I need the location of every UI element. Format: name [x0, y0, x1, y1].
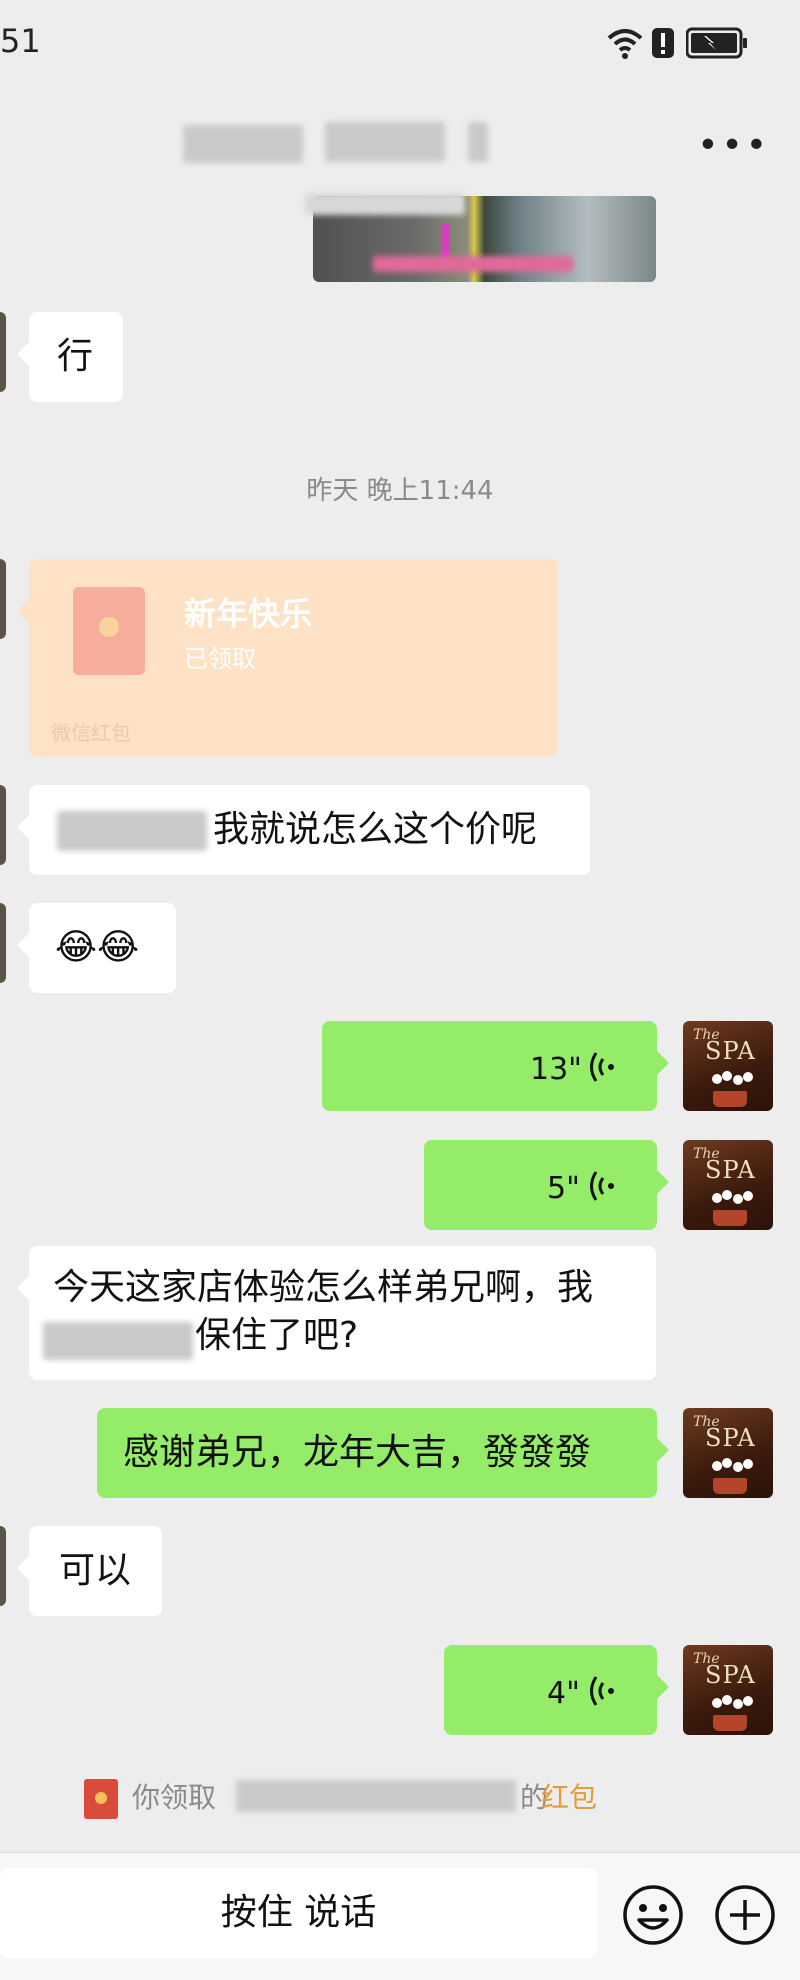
avatar-spa-spa: SPA [705, 1037, 756, 1065]
red-packet-label: 微信红包 [51, 721, 131, 745]
red-packet-small-icon [84, 1779, 118, 1819]
voice-message-bubble[interactable]: 13" [322, 1021, 669, 1111]
voice-wave-icon [590, 1052, 614, 1082]
image-header-blurred [305, 193, 465, 215]
status-time: 51 [0, 22, 41, 60]
avatar-spa[interactable]: The SPA [683, 1021, 773, 1111]
system-notice-text: 你领取 [132, 1781, 217, 1814]
avatar[interactable] [0, 559, 6, 639]
wifi-icon [607, 29, 643, 59]
message-text: 感谢弟兄，龙年大吉，發發發 [123, 1432, 592, 1473]
battery-icon [686, 27, 747, 59]
orchid-icon [712, 1458, 753, 1472]
voice-wave-icon [590, 1676, 614, 1706]
redacted-text [57, 811, 207, 851]
orchid-icon [712, 1695, 753, 1709]
avatar-spa[interactable]: The SPA [683, 1645, 773, 1735]
plus-icon[interactable] [714, 1884, 776, 1946]
orchid-icon [712, 1071, 753, 1085]
avatar-spa-spa: SPA [705, 1661, 756, 1689]
image-caption-blurred [373, 256, 573, 272]
avatar[interactable] [0, 1526, 6, 1606]
more-options-icon[interactable]: ••• [697, 128, 770, 164]
message-text-line1: 今天这家店体验怎么样弟兄啊，我 [53, 1267, 594, 1308]
voice-duration: 4" [547, 1676, 580, 1711]
red-packet-link[interactable]: 红包 [541, 1776, 597, 1816]
timestamp: 昨天 晚上11:44 [306, 476, 494, 506]
avatar-spa[interactable]: The SPA [683, 1140, 773, 1230]
avatar[interactable] [0, 903, 6, 983]
voice-wave-icon [590, 1171, 614, 1201]
voice-message-bubble[interactable]: 4" [444, 1645, 669, 1735]
avatar-spa-spa: SPA [705, 1424, 756, 1452]
hold-to-talk-button[interactable]: 按住 说话 [0, 1868, 597, 1958]
voice-message-bubble[interactable]: 5" [424, 1140, 669, 1230]
message-bubble[interactable]: 可以 [17, 1526, 162, 1616]
message-bubble[interactable]: 感谢弟兄，龙年大吉，發發發 [97, 1408, 669, 1498]
orchid-icon [712, 1190, 753, 1204]
message-text-line2: 保住了吧? [195, 1315, 359, 1356]
chat-title-blurred [468, 122, 488, 162]
message-bubble[interactable]: 今天这家店体验怎么样弟兄啊，我 保住了吧? [17, 1246, 656, 1380]
avatar[interactable] [0, 785, 6, 865]
redacted-text [43, 1322, 193, 1360]
chat-title-blurred [183, 125, 303, 163]
avatar-spa[interactable]: The SPA [683, 1408, 773, 1498]
emoji-text: 😂😂 [55, 927, 140, 968]
voice-duration: 5" [547, 1171, 580, 1206]
chat-title-blurred [325, 122, 445, 162]
voice-duration: 13" [530, 1052, 582, 1087]
message-text: 行 [57, 336, 94, 377]
message-text: 可以 [59, 1550, 132, 1591]
red-packet-title: 新年快乐 [184, 595, 313, 633]
emoji-icon[interactable] [622, 1884, 684, 1946]
alert-icon [652, 28, 674, 58]
avatar[interactable] [0, 312, 6, 392]
red-packet-status: 已领取 [184, 645, 256, 673]
message-bubble[interactable]: 😂😂 [17, 903, 176, 993]
red-packet-card[interactable]: 新年快乐 已领取 微信红包 [17, 559, 558, 757]
red-envelope-icon [73, 587, 145, 675]
message-bubble[interactable]: 行 [17, 312, 123, 402]
avatar-spa-spa: SPA [705, 1156, 756, 1184]
redacted-text [236, 1780, 516, 1812]
message-bubble[interactable]: 我就说怎么这个价呢 [17, 785, 590, 875]
message-text: 我就说怎么这个价呢 [213, 809, 538, 850]
